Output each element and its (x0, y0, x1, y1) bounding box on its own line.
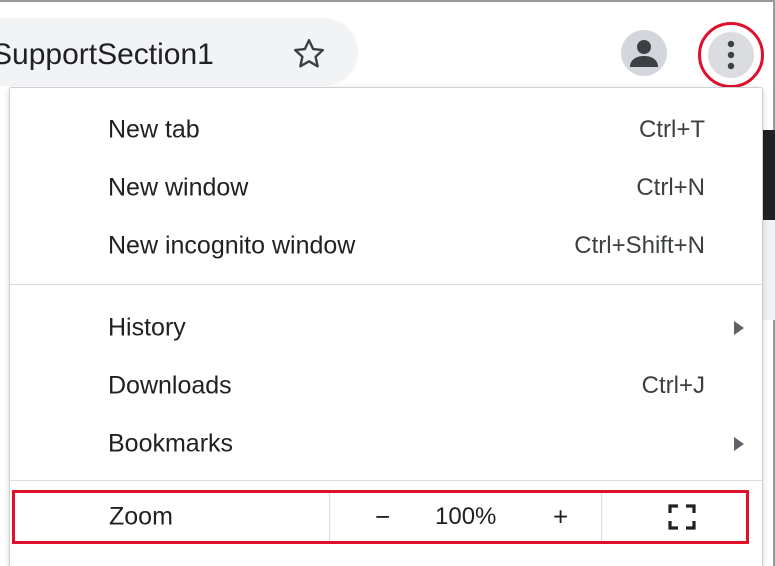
person-icon (630, 40, 658, 67)
menu-item-new-window[interactable]: New window Ctrl+N (10, 159, 762, 217)
zoom-divider (601, 493, 602, 541)
address-bar-text[interactable]: SupportSection1 (0, 38, 214, 72)
zoom-level: 100% (435, 503, 497, 530)
page-background-light (762, 220, 775, 320)
zoom-out-button[interactable]: − (375, 502, 390, 533)
menu-item-label: New tab (108, 115, 200, 144)
three-dots-vertical-icon (727, 40, 735, 70)
zoom-row: Zoom − 100% + (12, 490, 749, 544)
menu-item-shortcut: Ctrl+N (636, 174, 705, 201)
page-background-dark (762, 130, 775, 220)
menu-item-label: Downloads (108, 371, 232, 400)
profile-avatar-button[interactable] (621, 30, 667, 76)
menu-item-shortcut: Ctrl+Shift+N (574, 232, 705, 259)
menu-item-new-incognito-window[interactable]: New incognito window Ctrl+Shift+N (10, 217, 762, 275)
chrome-app-menu: New tab Ctrl+T New window Ctrl+N New inc… (10, 88, 762, 566)
menu-item-bookmarks[interactable]: Bookmarks (10, 415, 762, 473)
menu-item-label: Bookmarks (108, 429, 234, 458)
menu-button-background (708, 32, 754, 78)
menu-item-shortcut: Ctrl+T (639, 116, 705, 143)
zoom-divider (329, 493, 330, 541)
submenu-arrow-icon (734, 321, 744, 335)
submenu-arrow-icon (734, 437, 744, 451)
menu-item-label: New window (108, 173, 249, 202)
zoom-in-button[interactable]: + (553, 502, 568, 533)
menu-item-label: History (108, 313, 186, 342)
zoom-label: Zoom (109, 502, 173, 531)
menu-item-shortcut: Ctrl+J (641, 372, 705, 399)
star-outline-icon[interactable] (291, 36, 327, 72)
menu-item-history[interactable]: History (10, 299, 762, 357)
menu-separator (10, 284, 762, 285)
chrome-menu-button[interactable] (698, 22, 764, 88)
fullscreen-icon[interactable] (667, 503, 697, 531)
menu-item-label: New incognito window (108, 231, 356, 260)
menu-item-downloads[interactable]: Downloads Ctrl+J (10, 357, 762, 415)
window-border-top (0, 0, 775, 2)
menu-separator (10, 480, 762, 481)
menu-item-new-tab[interactable]: New tab Ctrl+T (10, 101, 762, 159)
